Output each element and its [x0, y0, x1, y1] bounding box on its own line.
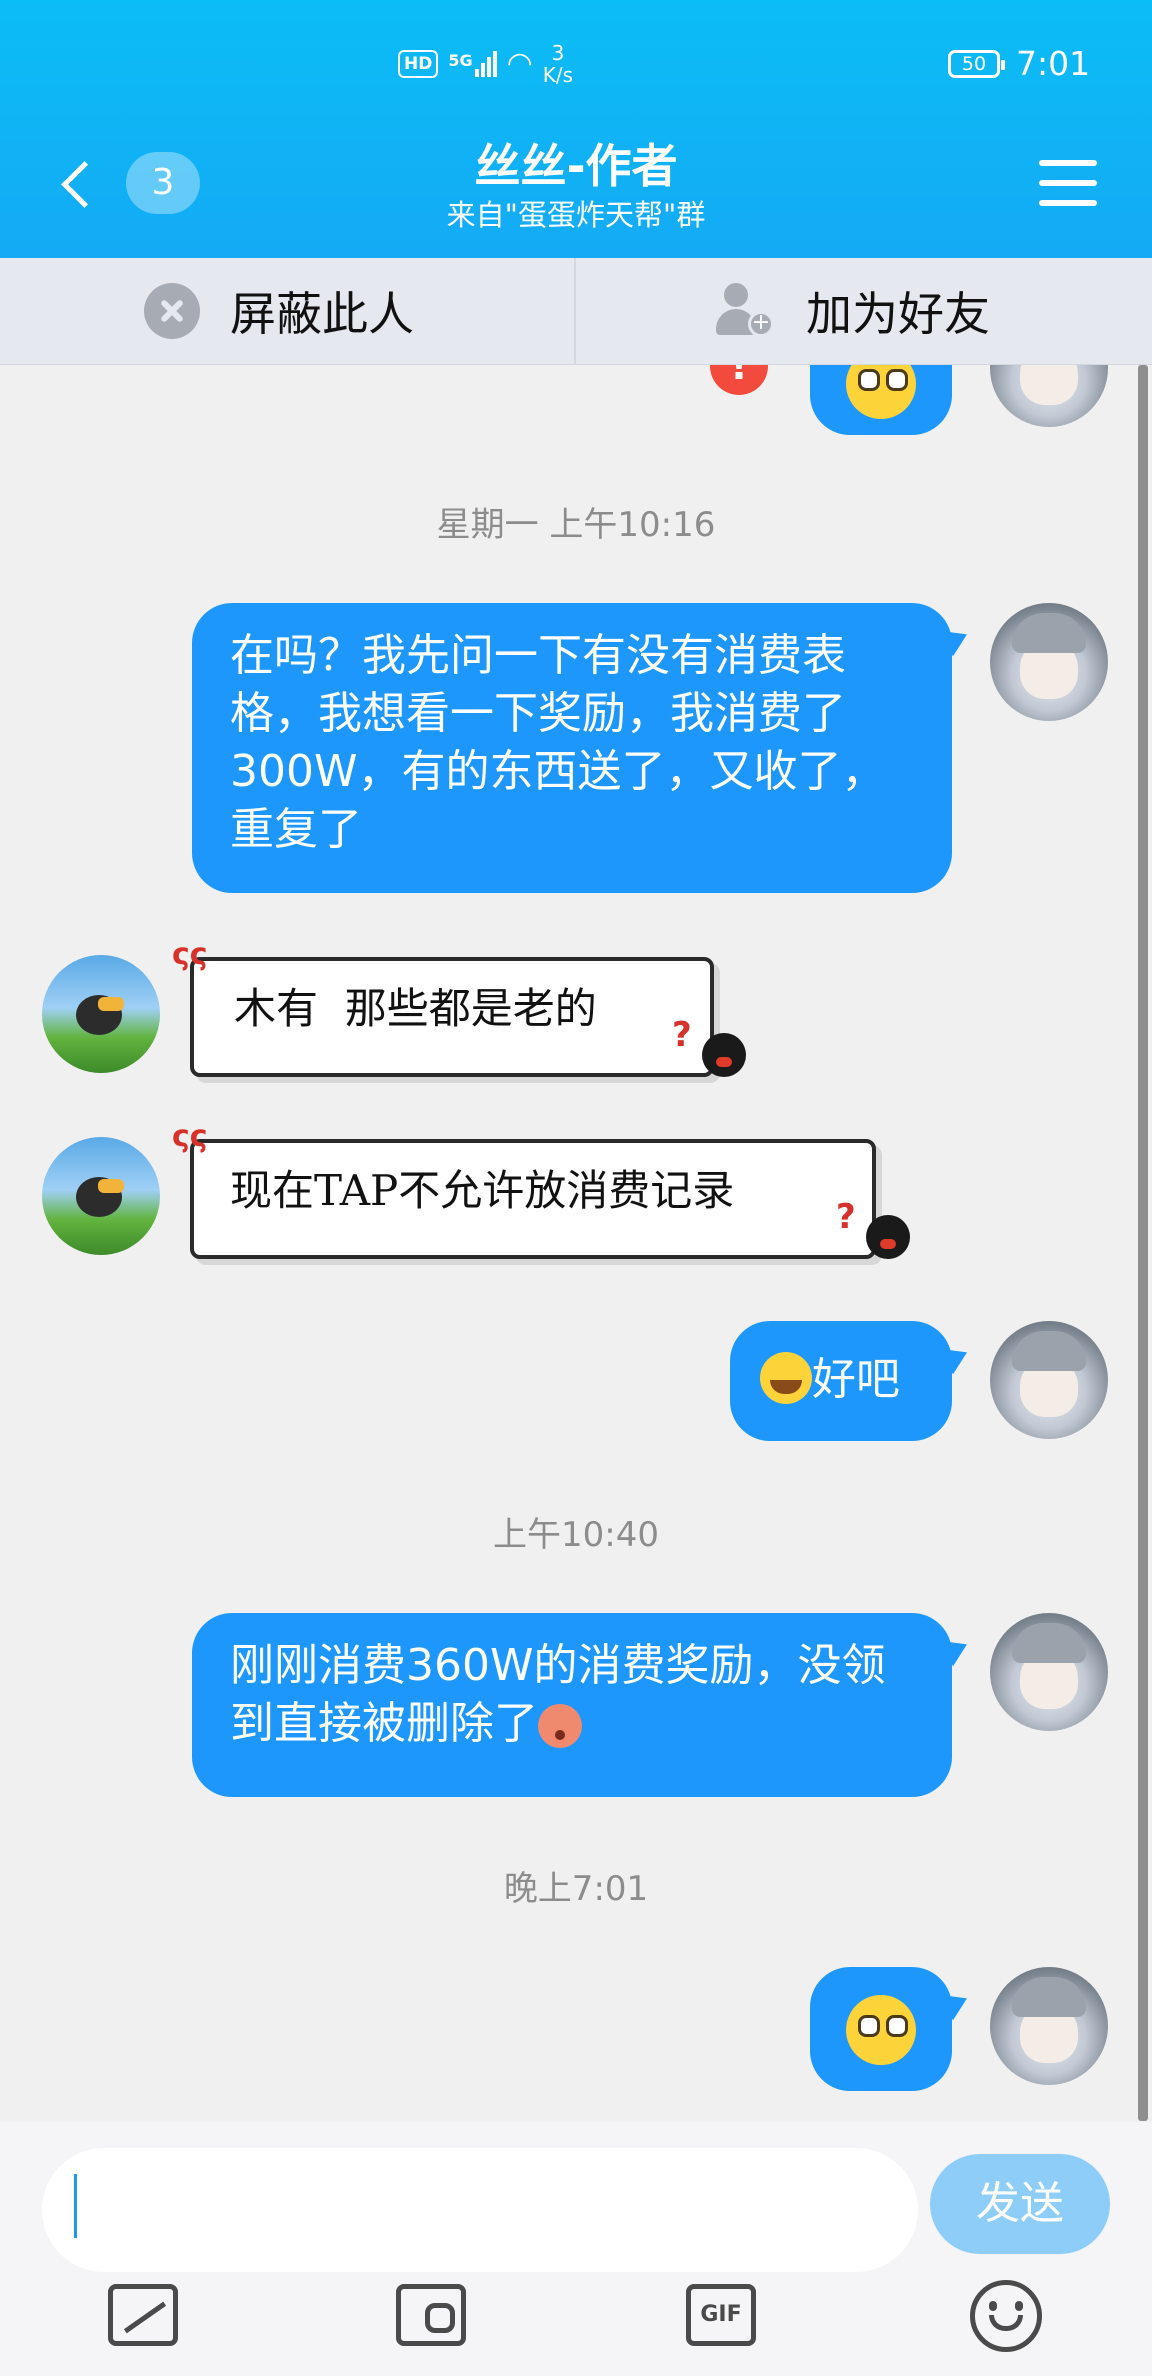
battery-icon: 50	[948, 50, 1005, 78]
message-text: 木有 那些都是老的	[234, 984, 597, 1033]
message-text: 好吧	[812, 1354, 900, 1405]
chat-title: 丝丝-作者	[474, 139, 678, 193]
back-button[interactable]	[60, 158, 100, 208]
shocked-emoji-icon	[538, 1704, 582, 1748]
message-input[interactable]	[42, 2148, 918, 2272]
bubble-decoration: ςς	[172, 937, 208, 972]
unread-count-badge[interactable]: 3	[126, 152, 200, 214]
wifi-icon: ◠	[506, 46, 533, 81]
send-button[interactable]: 发送	[930, 2154, 1110, 2254]
my-avatar[interactable]	[990, 1321, 1108, 1439]
confused-emoji-icon	[846, 365, 916, 419]
bubble-decoration: ?	[836, 1197, 856, 1237]
sender-avatar[interactable]	[42, 955, 160, 1073]
add-friend-button[interactable]: + 加为好友	[716, 258, 990, 364]
menu-icon	[1039, 160, 1097, 166]
block-user-button[interactable]: 屏蔽此人	[144, 258, 414, 364]
stranger-action-bar: 屏蔽此人 + 加为好友	[0, 258, 1152, 365]
timestamp: 星期一 上午10:16	[436, 505, 716, 545]
input-bar: 发送 GIF	[0, 2122, 1152, 2376]
status-icons: HD 5G ◠ 3 K/s	[398, 42, 573, 86]
confused-emoji-icon	[846, 1995, 916, 2065]
menu-icon-line	[1039, 180, 1097, 186]
menu-button[interactable]	[1039, 160, 1097, 206]
sweat-smile-emoji-icon	[760, 1352, 812, 1404]
block-icon	[144, 283, 200, 339]
message-text: 在吗？我先问一下有没有消费表格，我想看一下奖励，我消费了300W，有的东西送了，…	[230, 630, 886, 855]
bubble-decoration: ςς	[172, 1119, 208, 1154]
message-text: 现在TAP不允许放消费记录	[230, 1166, 735, 1215]
net-speed-value: 3	[551, 41, 565, 65]
my-avatar[interactable]	[990, 365, 1108, 427]
network-speed: 3 K/s	[543, 42, 573, 86]
send-failed-icon[interactable]: !	[710, 365, 768, 395]
my-avatar[interactable]	[990, 1613, 1108, 1731]
message-bubble-emoji[interactable]	[810, 365, 952, 435]
my-avatar[interactable]	[990, 603, 1108, 721]
timestamp: 上午10:40	[493, 1515, 659, 1555]
signal-icon: 5G	[448, 51, 497, 77]
gif-icon[interactable]: GIF	[686, 2284, 756, 2346]
message-bubble[interactable]: 好吧	[730, 1321, 973, 1441]
message-bubble-received[interactable]: 现在TAP不允许放消费记录	[190, 1139, 876, 1259]
status-time: 7:01	[1016, 44, 1091, 83]
network-type: 5G	[448, 51, 473, 70]
emoji-icon[interactable]	[970, 2280, 1042, 2352]
bubble-mascot-icon	[702, 1033, 746, 1077]
status-bar: HD 5G ◠ 3 K/s 50 7:01	[0, 0, 1152, 110]
chat-subtitle: 来自"蛋蛋炸天帮"群	[446, 198, 706, 232]
bubble-mascot-icon	[866, 1215, 910, 1259]
message-bubble[interactable]: 刚刚消费360W的消费奖励，没领到直接被删除了	[192, 1613, 973, 1797]
camera-icon[interactable]	[396, 2284, 466, 2346]
hd-badge: HD	[398, 50, 439, 78]
scrollbar[interactable]	[1138, 365, 1148, 2121]
add-friend-icon: +	[716, 281, 776, 341]
chat-title-area[interactable]: 丝丝-作者 来自"蛋蛋炸天帮"群	[376, 136, 776, 234]
message-bubble[interactable]: 在吗？我先问一下有没有消费表格，我想看一下奖励，我消费了300W，有的东西送了，…	[192, 603, 973, 893]
message-bubble-emoji[interactable]	[810, 1967, 973, 2091]
message-bubble-received[interactable]: 木有 那些都是老的	[190, 957, 714, 1077]
net-speed-unit: K/s	[542, 63, 574, 87]
text-cursor	[74, 2174, 77, 2238]
chat-header: HD 5G ◠ 3 K/s 50 7:01 3 丝丝-作者 来自"蛋蛋炸天帮"群	[0, 0, 1152, 258]
my-avatar[interactable]	[990, 1967, 1108, 2085]
message-list[interactable]: ! 星期一 上午10:16 在吗？我先问一下有没有消费表格，我想看一下奖励，我消…	[0, 365, 1140, 2121]
sender-avatar[interactable]	[42, 1137, 160, 1255]
add-friend-label: 加为好友	[806, 287, 990, 341]
image-icon[interactable]	[108, 2284, 178, 2346]
divider	[574, 258, 576, 364]
bubble-decoration: ?	[672, 1015, 692, 1055]
timestamp: 晚上7:01	[503, 1869, 649, 1909]
menu-icon-line	[1039, 200, 1097, 206]
block-user-label: 屏蔽此人	[230, 287, 414, 341]
